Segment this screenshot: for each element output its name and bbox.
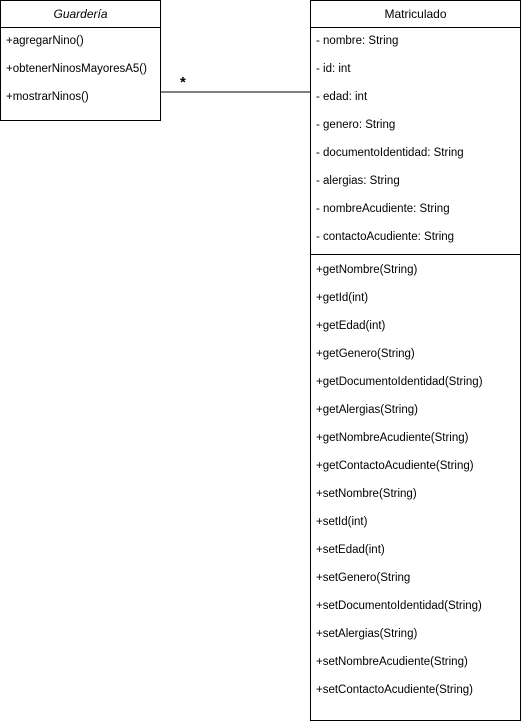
attribute-item: - edad: int xyxy=(316,91,368,103)
class-guarderia[interactable]: Guardería +agregarNino() +obtenerNinosMa… xyxy=(0,0,161,121)
attribute-item: - alergias: String xyxy=(316,175,400,187)
matriculado-methods: +getNombre(String) +getId(int) +getEdad(… xyxy=(311,255,520,705)
attribute-item: - documentoIdentidad: String xyxy=(316,147,464,159)
method-item: +getNombre(String) xyxy=(316,264,418,276)
method-item: +setId(int) xyxy=(316,516,368,528)
method-item: +getAlergias(String) xyxy=(316,404,418,416)
method-item: +setGenero(String xyxy=(316,572,411,584)
class-title-matriculado: Matriculado xyxy=(311,1,520,28)
method-item: +setEdad(int) xyxy=(316,544,385,556)
attribute-item: - nombre: String xyxy=(316,35,399,47)
method-item: +obtenerNinosMayoresA5() xyxy=(6,63,147,75)
method-item: +setNombreAcudiente(String) xyxy=(316,656,468,668)
attribute-item: - nombreAcudiente: String xyxy=(316,203,450,215)
method-item: +getId(int) xyxy=(316,292,369,304)
attribute-item: - id: int xyxy=(316,63,351,75)
method-item: +getDocumentoIdentidad(String) xyxy=(316,376,483,388)
method-item: +setNombre(String) xyxy=(316,488,417,500)
method-item: +getEdad(int) xyxy=(316,320,386,332)
class-matriculado[interactable]: Matriculado - nombre: String - id: int -… xyxy=(310,0,521,721)
multiplicity-label: * xyxy=(180,74,186,91)
attribute-item: - genero: String xyxy=(316,119,396,131)
method-item: +setAlergias(String) xyxy=(316,628,418,640)
matriculado-attributes: - nombre: String - id: int - edad: int -… xyxy=(311,28,520,254)
method-item: +mostrarNinos() xyxy=(6,91,89,103)
method-item: +getGenero(String) xyxy=(316,348,415,360)
attribute-item: - contactoAcudiente: String xyxy=(316,231,455,243)
method-item: +getNombreAcudiente(String) xyxy=(316,432,469,444)
guarderia-methods: +agregarNino() +obtenerNinosMayoresA5() … xyxy=(1,28,160,112)
method-item: +getContactoAcudiente(String) xyxy=(316,460,474,472)
class-title-guarderia: Guardería xyxy=(1,1,160,28)
method-item: +setContactoAcudiente(String) xyxy=(316,684,473,696)
method-item: +setDocumentoIdentidad(String) xyxy=(316,600,482,612)
method-item: +agregarNino() xyxy=(6,35,84,47)
